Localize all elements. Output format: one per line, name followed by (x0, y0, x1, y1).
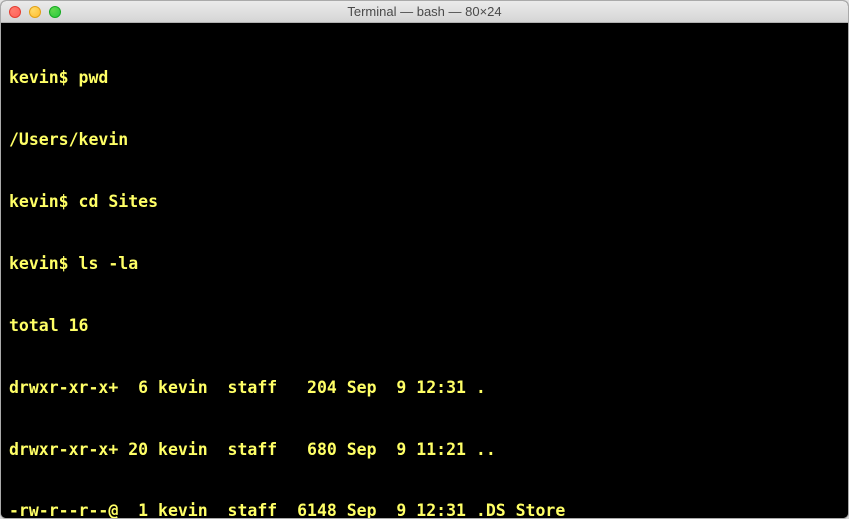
close-icon[interactable] (9, 6, 21, 18)
terminal-line: kevin$ pwd (9, 68, 840, 89)
terminal-line: drwxr-xr-x+ 20 kevin staff 680 Sep 9 11:… (9, 440, 840, 461)
traffic-lights (1, 6, 61, 18)
zoom-icon[interactable] (49, 6, 61, 18)
terminal-body[interactable]: kevin$ pwd /Users/kevin kevin$ cd Sites … (1, 23, 848, 518)
minimize-icon[interactable] (29, 6, 41, 18)
terminal-line: drwxr-xr-x+ 6 kevin staff 204 Sep 9 12:3… (9, 378, 840, 399)
titlebar[interactable]: Terminal — bash — 80×24 (1, 1, 848, 23)
window-title: Terminal — bash — 80×24 (1, 4, 848, 19)
terminal-line: total 16 (9, 316, 840, 337)
terminal-line: -rw-r--r--@ 1 kevin staff 6148 Sep 9 12:… (9, 501, 840, 518)
terminal-line: /Users/kevin (9, 130, 840, 151)
terminal-line: kevin$ ls -la (9, 254, 840, 275)
terminal-line: kevin$ cd Sites (9, 192, 840, 213)
terminal-window: Terminal — bash — 80×24 kevin$ pwd /User… (0, 0, 849, 519)
